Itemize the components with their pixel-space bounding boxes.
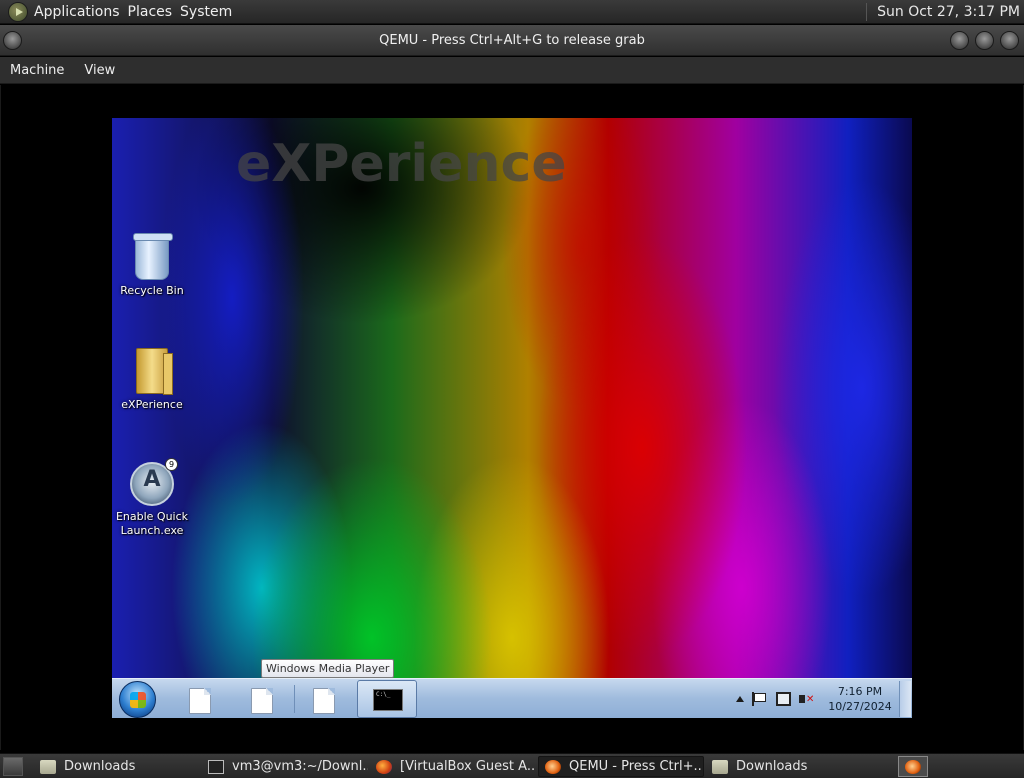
window-menu-button[interactable]	[3, 31, 22, 50]
qemu-menubar: Machine View	[0, 57, 1024, 84]
show-desktop-button[interactable]	[899, 681, 911, 717]
menu-machine[interactable]: Machine	[0, 63, 74, 78]
workspace-switcher[interactable]	[898, 756, 928, 777]
show-desktop-icon[interactable]	[3, 757, 23, 776]
command-prompt-icon: C:\_	[373, 689, 403, 711]
folder-icon	[136, 348, 173, 395]
system-menu[interactable]: System	[180, 4, 240, 20]
qemu-icon	[545, 759, 561, 774]
taskbar-pinned-item[interactable]	[180, 681, 220, 717]
volume-muted-icon[interactable]	[799, 692, 815, 706]
task-firefox[interactable]: [VirtualBox Guest A...	[370, 756, 536, 777]
file-icon	[251, 688, 273, 714]
guest-desktop[interactable]: eXPerience Recycle Bin eXPerience 9 Enab…	[112, 118, 912, 718]
task-label: Downloads	[64, 759, 136, 774]
guest-taskbar: C:\_ 7:16 PM 10/27/2024	[112, 678, 912, 718]
close-button[interactable]	[1000, 31, 1019, 50]
recycle-bin-icon	[133, 233, 173, 280]
desktop-icon-enable-quick-launch[interactable]: 9 Enable Quick Launch.exe	[112, 458, 197, 538]
shortcut-badge-icon: 9	[165, 458, 178, 471]
taskbar-pinned-item-media-player[interactable]	[304, 681, 344, 717]
wallpaper-watermark: eXPerience	[236, 134, 567, 194]
menu-view[interactable]: View	[74, 63, 125, 78]
terminal-icon	[208, 759, 224, 774]
maximize-button[interactable]	[975, 31, 994, 50]
taskbar-pinned-item[interactable]	[242, 681, 282, 717]
desktop-icon-label: Recycle Bin	[120, 284, 184, 297]
guest-clock[interactable]: 7:16 PM 10/27/2024	[825, 684, 895, 714]
gnome-menu-icon[interactable]	[8, 1, 28, 22]
task-label: vm3@vm3:~/Downl...	[232, 759, 368, 774]
guest-clock-date: 10/27/2024	[828, 700, 892, 713]
task-label: Downloads	[736, 759, 808, 774]
panel-clock-text: Sun Oct 27, 3:17 PM	[877, 3, 1020, 20]
wallpaper	[112, 118, 912, 718]
taskbar-cmd-button[interactable]: C:\_	[357, 680, 417, 718]
show-hidden-icons-icon[interactable]	[736, 696, 744, 702]
system-tray: 7:16 PM 10/27/2024	[732, 679, 895, 718]
guest-clock-time: 7:16 PM	[837, 685, 883, 698]
bottom-panel: Downloads vm3@vm3:~/Downl... [VirtualBox…	[0, 753, 1024, 778]
top-panel: Applications Places System Sun Oct 27, 3…	[0, 0, 1024, 24]
task-label: QEMU - Press Ctrl+...	[569, 759, 704, 774]
places-menu[interactable]: Places	[128, 4, 181, 20]
desktop-icon-label: Enable Quick Launch.exe	[115, 510, 189, 537]
desktop-icon-label: eXPerience	[121, 398, 183, 411]
minimize-button[interactable]	[950, 31, 969, 50]
panel-separator	[866, 2, 868, 21]
network-icon[interactable]	[776, 692, 791, 706]
file-icon	[313, 688, 335, 714]
task-downloads-2[interactable]: Downloads	[706, 756, 872, 777]
folder-icon	[712, 759, 728, 774]
file-icon	[189, 688, 211, 714]
action-center-flag-icon[interactable]	[752, 692, 766, 706]
folder-icon	[40, 759, 56, 774]
desktop-icon-experience-folder[interactable]: eXPerience	[112, 348, 197, 412]
task-downloads-1[interactable]: Downloads	[34, 756, 194, 777]
qemu-icon	[905, 759, 921, 774]
taskbar-tooltip: Windows Media Player	[261, 659, 395, 678]
task-qemu[interactable]: QEMU - Press Ctrl+...	[538, 756, 704, 777]
quick-launch-app-icon: 9	[130, 458, 178, 506]
task-terminal[interactable]: vm3@vm3:~/Downl...	[202, 756, 368, 777]
firefox-icon	[376, 759, 392, 774]
panel-clock[interactable]: Sun Oct 27, 3:17 PM	[866, 0, 1024, 24]
start-button[interactable]	[119, 681, 156, 718]
desktop-icon-recycle-bin[interactable]: Recycle Bin	[112, 233, 197, 298]
applications-menu[interactable]: Applications	[34, 4, 128, 20]
window-titlebar[interactable]: QEMU - Press Ctrl+Alt+G to release grab	[0, 25, 1024, 56]
taskbar-separator	[294, 685, 295, 713]
task-label: [VirtualBox Guest A...	[400, 759, 536, 774]
window-title: QEMU - Press Ctrl+Alt+G to release grab	[379, 32, 645, 48]
